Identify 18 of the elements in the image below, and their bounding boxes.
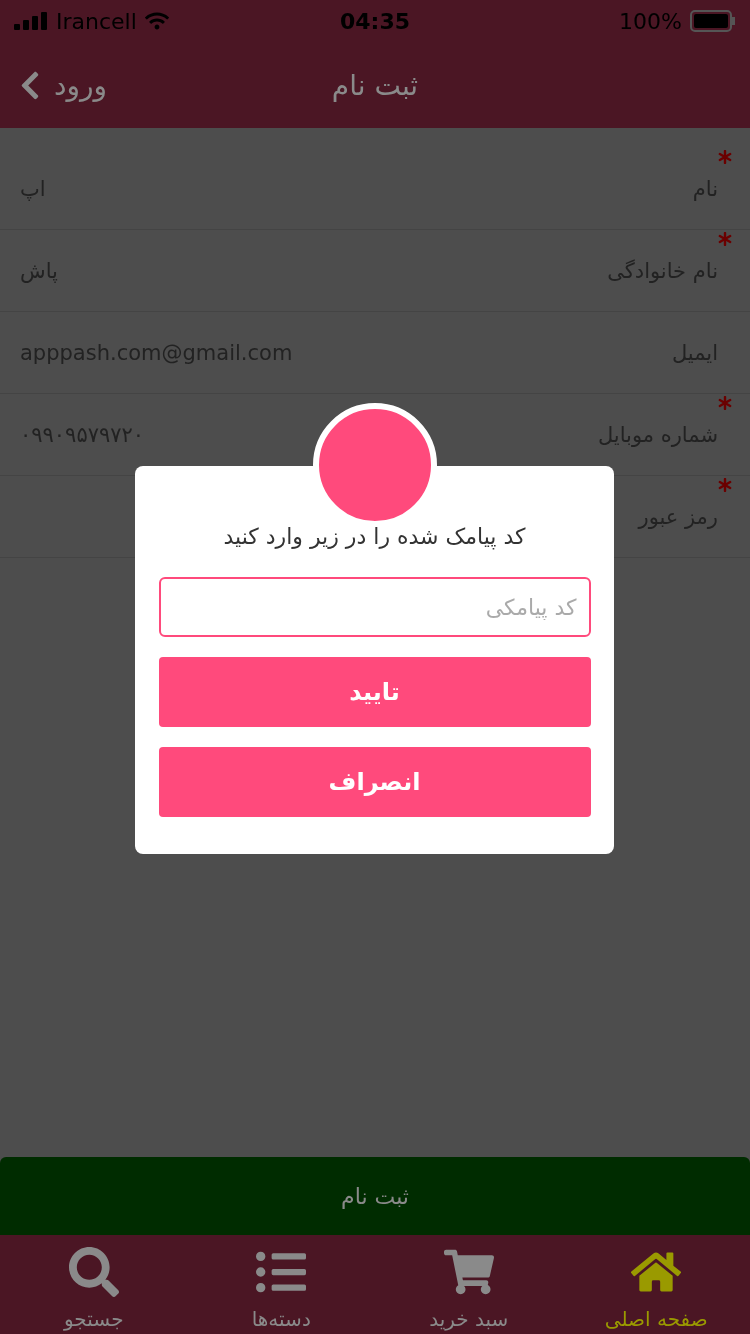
tab-item[interactable]: صفحه اصلی [562, 1235, 750, 1334]
battery-icon [690, 10, 736, 32]
code-field[interactable]: کد پیامکی [158, 577, 591, 637]
signal-icon [14, 12, 48, 30]
tab-item[interactable]: سبد خرید [375, 1235, 563, 1334]
clock: 04:35 [340, 8, 410, 34]
back-button[interactable]: ورود [14, 68, 108, 102]
cancel-button[interactable]: انصراف [158, 747, 591, 817]
cart-icon [443, 1247, 494, 1297]
tab-item[interactable]: جستجو [0, 1235, 188, 1334]
page-title: ثبت نام [331, 68, 419, 102]
dialog-message: کد پیامک شده را در زیر وارد کنید [223, 524, 526, 549]
search-icon [68, 1247, 119, 1297]
confirm-button[interactable]: تایید [158, 657, 591, 727]
carrier-name: Irancell [56, 8, 137, 34]
battery-percent: 100% [619, 8, 682, 34]
submit-button[interactable]: ثبت نام [0, 1157, 750, 1235]
tab-item[interactable]: دسته‌ها [187, 1235, 375, 1334]
